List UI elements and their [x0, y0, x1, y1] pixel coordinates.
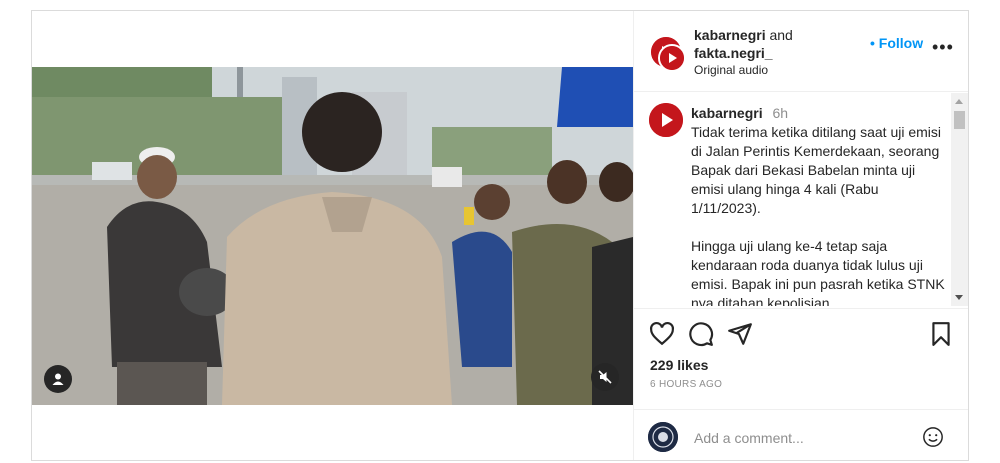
- avatar-collaborator[interactable]: [658, 44, 686, 72]
- emoji-button[interactable]: [922, 426, 944, 448]
- brand-logo-icon: [660, 46, 684, 70]
- instagram-post: kabarnegri and fakta.negri_ Original aud…: [31, 10, 969, 461]
- heart-icon: [650, 321, 674, 346]
- caption-paragraph-2: Hingga uji ulang ke-4 tetap saja kendara…: [691, 238, 945, 306]
- caption-text: kabarnegri 6h Tidak terima ketika ditila…: [691, 104, 946, 306]
- comment-input[interactable]: Add a comment...: [694, 430, 804, 446]
- and-text: and: [769, 27, 793, 43]
- post-side-panel: kabarnegri and fakta.negri_ Original aud…: [634, 11, 968, 460]
- caption-area: kabarnegri 6h Tidak terima ketika ditila…: [634, 92, 968, 306]
- seal-logo-icon: [648, 422, 678, 452]
- share-button[interactable]: [727, 321, 753, 347]
- save-button[interactable]: [928, 321, 954, 347]
- post-authors: kabarnegri and fakta.negri_: [694, 26, 793, 62]
- scroll-down-arrow[interactable]: [955, 295, 963, 300]
- caption-paragraph-1: Tidak terima ketika ditilang saat uji em…: [691, 124, 942, 216]
- post-timestamp[interactable]: 6 HOURS AGO: [650, 379, 722, 390]
- audio-link[interactable]: Original audio: [694, 63, 768, 77]
- post-video[interactable]: [32, 67, 633, 405]
- caption-avatar[interactable]: [649, 103, 683, 137]
- post-actions: 229 likes 6 HOURS AGO Add a comment...: [634, 308, 968, 461]
- comment-composer: Add a comment...: [634, 409, 968, 462]
- scroll-up-arrow[interactable]: [955, 99, 963, 104]
- brand-logo-icon: [649, 103, 683, 137]
- emoji-icon: [923, 427, 943, 447]
- user-tag-button[interactable]: [44, 365, 72, 393]
- more-options-button[interactable]: •••: [932, 37, 954, 58]
- like-count[interactable]: 229 likes: [650, 357, 708, 373]
- caption-scrollbar[interactable]: [951, 93, 968, 306]
- author-username[interactable]: kabarnegri: [694, 27, 766, 43]
- like-button[interactable]: [649, 321, 675, 347]
- bookmark-icon: [932, 322, 950, 346]
- media-panel: [32, 11, 634, 460]
- scroll-thumb[interactable]: [954, 111, 965, 129]
- comment-icon: [689, 322, 714, 347]
- mute-button[interactable]: [591, 363, 619, 391]
- comment-button[interactable]: [688, 321, 714, 347]
- collaborator-username[interactable]: fakta.negri_: [694, 45, 773, 61]
- caption-time: 6h: [772, 105, 789, 121]
- share-icon: [728, 323, 752, 345]
- follow-label: Follow: [878, 35, 924, 51]
- muted-speaker-icon: [598, 370, 612, 384]
- video-frame: [32, 67, 633, 405]
- caption-username[interactable]: kabarnegri: [691, 105, 763, 121]
- post-header: kabarnegri and fakta.negri_ Original aud…: [634, 11, 968, 92]
- follow-button[interactable]: • Follow: [870, 35, 923, 51]
- user-tag-icon: [52, 373, 64, 385]
- current-user-avatar: [648, 422, 678, 452]
